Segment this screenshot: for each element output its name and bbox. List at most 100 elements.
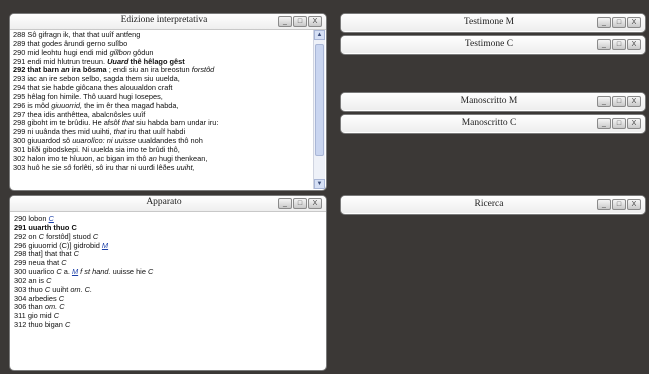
- text-segment: 296 is môd: [13, 100, 52, 110]
- text-segment: the im êr thea magađ habda,: [82, 100, 179, 110]
- text-segment: 300 uuarlico: [14, 267, 57, 277]
- close-button[interactable]: X: [627, 96, 641, 107]
- panel-title: Testimone M: [463, 17, 515, 27]
- text-segment: 290 lobon: [14, 215, 49, 223]
- text-segment: gôdun: [130, 47, 154, 57]
- text-segment: uuiht,: [176, 162, 195, 172]
- maximize-button[interactable]: □: [612, 39, 626, 50]
- text-segment: 293 iac an ire sebon selbo, sagda them s…: [13, 74, 180, 84]
- text-segment: om. C.: [70, 284, 93, 294]
- manoscritto-c-panel[interactable]: Manoscritto C _ □ X: [340, 114, 646, 134]
- minimize-button[interactable]: _: [597, 96, 611, 107]
- text-segment: C: [53, 311, 60, 321]
- panel-title: Edizione interpretativa: [120, 15, 208, 25]
- scroll-up-icon[interactable]: ▲: [314, 30, 325, 40]
- text-segment: uuisse hie: [110, 267, 148, 277]
- text-segment: 298 that] that that: [14, 249, 74, 259]
- text-segment: 297 thea idis anthêttea, abalcnôsles uuî…: [13, 109, 146, 119]
- text-segment: 294 that sie habde giôcana thes alouuald…: [13, 83, 173, 93]
- text-segment: 299 neua that: [14, 258, 62, 268]
- manoscritto-m-panel[interactable]: Manoscritto M _ □ X: [340, 92, 646, 112]
- edizione-titlebar[interactable]: Edizione interpretativa _ □ X: [10, 14, 326, 30]
- text-segment: that: [113, 127, 126, 137]
- ricerca-panel[interactable]: Ricerca _ □ X: [340, 195, 646, 215]
- text-segment: C: [92, 231, 99, 241]
- panel-title: Apparato: [146, 197, 182, 207]
- text-segment: 299 ni uuânda thes mid uuihti,: [13, 127, 114, 137]
- text-segment: C: [147, 267, 154, 277]
- text-segment: 298 giboht im te brûdiu. He afsôf: [13, 118, 122, 128]
- text-segment: thê hêlago gêst: [128, 56, 185, 66]
- maximize-button[interactable]: □: [612, 118, 626, 129]
- text-segment: uuarolîco:: [72, 136, 105, 146]
- text-segment[interactable]: M: [102, 241, 108, 250]
- apparato-text: 290 lobon C 291 uuarth thuo C 292 on C for…: [14, 215, 322, 368]
- text-segment: 312 thuo bigan: [14, 320, 65, 330]
- text-segment: om. C: [44, 302, 65, 312]
- text-segment: 288 Sô gifragn ik, that that uuîf antfen…: [13, 31, 141, 39]
- close-button[interactable]: X: [627, 17, 641, 28]
- text-segment: 304 arbedies: [14, 293, 59, 303]
- text-segment: 292 that barn: [13, 65, 62, 75]
- close-button[interactable]: X: [627, 199, 641, 210]
- panel-title: Manoscritto M: [460, 96, 518, 106]
- close-button[interactable]: X: [308, 198, 322, 209]
- apparatus-entry: 300 uuarlico C a. M f st hand. uuisse hi…: [14, 267, 322, 277]
- text-segment: C: [46, 275, 52, 285]
- scrollbar[interactable]: ▲ ▼: [313, 30, 325, 189]
- maximize-button[interactable]: □: [293, 16, 307, 27]
- panel-title: Testimone C: [464, 39, 514, 49]
- close-button[interactable]: X: [308, 16, 322, 27]
- text-segment: 303 thuo: [14, 284, 45, 294]
- minimize-button[interactable]: _: [278, 198, 292, 209]
- maximize-button[interactable]: □: [612, 96, 626, 107]
- text-segment: uualdandes thô noh: [135, 136, 203, 146]
- minimize-button[interactable]: _: [278, 16, 292, 27]
- apparatus-entry: 306 than om. C: [14, 303, 322, 312]
- text-segment: 289 that godes ârundi gerno sulĩbo: [13, 38, 128, 48]
- text-segment: C: [58, 293, 65, 303]
- edizione-text: 288 Sô gifragn ik, that that uuîf antfen…: [13, 31, 312, 188]
- panel-title: Manoscritto C: [461, 118, 517, 128]
- close-button[interactable]: X: [627, 118, 641, 129]
- text-segment: 303 huô he sie: [13, 162, 64, 172]
- apparato-titlebar[interactable]: Apparato _ □ X: [10, 196, 326, 212]
- text-segment: that: [121, 118, 135, 128]
- maximize-button[interactable]: □: [612, 17, 626, 28]
- text-segment: 290 mid leohtu hugi endi mid: [13, 47, 110, 57]
- text-segment[interactable]: C: [49, 215, 54, 223]
- testimone-c-panel[interactable]: Testimone C _ □ X: [340, 35, 646, 55]
- minimize-button[interactable]: _: [597, 118, 611, 129]
- scroll-down-icon[interactable]: ▼: [314, 179, 325, 189]
- text-segment: f st hand.: [78, 267, 111, 277]
- text-segment: ; endi siu an ira breostun: [106, 65, 192, 75]
- text-segment: 295 hêlag fon himile. Thô uuard hugi Ios…: [13, 91, 163, 101]
- verse-line: 303 huô he sie sô forlêti, sô iru thar n…: [13, 162, 312, 173]
- text-segment: giuuorrid,: [51, 100, 83, 110]
- text-segment: iru that uuîf habdi: [126, 127, 186, 137]
- text-segment: C: [61, 258, 67, 268]
- text-segment: 296 giuuorrid (C)] gidrobid: [14, 240, 102, 250]
- text-segment: forlêti, sô iru thar ni uurđi lêðes: [71, 162, 177, 172]
- minimize-button[interactable]: _: [597, 39, 611, 50]
- text-segment: 311 gio mid: [14, 311, 54, 321]
- apparato-panel: Apparato _ □ X 290 lobon C 291 uuarth thu…: [9, 195, 327, 371]
- maximize-button[interactable]: □: [612, 199, 626, 210]
- minimize-button[interactable]: _: [597, 17, 611, 28]
- scroll-thumb[interactable]: [315, 44, 324, 156]
- maximize-button[interactable]: □: [293, 198, 307, 209]
- text-segment: C: [64, 320, 71, 330]
- text-segment: an: [148, 153, 157, 163]
- text-segment: forstôd] stuod: [44, 231, 93, 241]
- text-segment: uuiht: [50, 284, 71, 294]
- testimone-m-panel[interactable]: Testimone M _ □ X: [340, 13, 646, 33]
- edizione-panel: Edizione interpretativa _ □ X 288 Sô gif…: [9, 13, 327, 191]
- text-segment: C: [73, 249, 79, 259]
- text-segment: 301 bliði gibodskepi. Ni uuelda sia imo …: [13, 144, 180, 154]
- text-segment: ira bôsma: [69, 65, 107, 75]
- close-button[interactable]: X: [627, 39, 641, 50]
- minimize-button[interactable]: _: [597, 199, 611, 210]
- text-segment: hugi thenkean,: [156, 153, 208, 163]
- text-segment: an: [61, 65, 70, 75]
- text-segment: 292 on: [14, 231, 39, 241]
